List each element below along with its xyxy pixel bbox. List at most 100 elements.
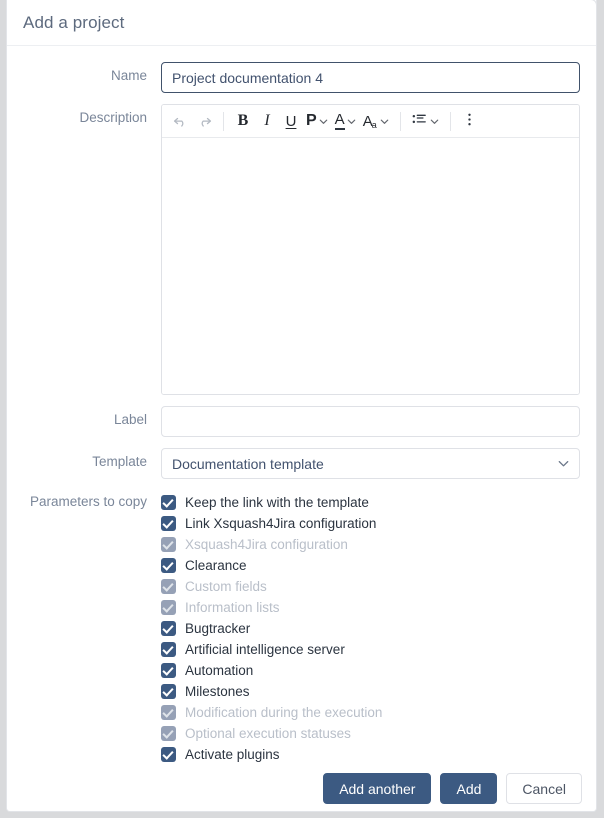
redo-icon[interactable] <box>192 108 216 134</box>
parameter-checkbox-label: Keep the link with the template <box>185 494 369 510</box>
bulleted-list-button[interactable] <box>408 108 443 134</box>
toolbar-divider-3 <box>449 111 451 131</box>
checkbox-icon[interactable] <box>161 684 176 699</box>
label-field-label: Label <box>113 412 147 427</box>
add-another-button[interactable]: Add another <box>323 773 432 804</box>
dialog-footer: Add another Add Cancel <box>7 765 596 811</box>
checkbox-icon[interactable] <box>161 516 176 531</box>
parameter-checkbox-item[interactable]: Keep the link with the template <box>161 492 580 513</box>
parameter-checkbox-item: Optional execution statuses <box>161 723 580 744</box>
add-button[interactable]: Add <box>440 773 498 804</box>
bold-icon[interactable]: B <box>231 108 255 134</box>
description-label: Description <box>79 110 147 125</box>
parameter-checkbox-label: Link Xsquash4Jira configuration <box>185 515 377 531</box>
checkbox-icon[interactable] <box>161 747 176 762</box>
name-input[interactable] <box>161 62 580 93</box>
paragraph-style-button[interactable]: P <box>303 108 332 134</box>
parameter-checkbox-label: Information lists <box>185 599 280 615</box>
field-row-description: Description B I U P A Aa <box>23 104 580 395</box>
parameter-checkbox-item[interactable]: Link Xsquash4Jira configuration <box>161 513 580 534</box>
editor-toolbar: B I U P A Aa <box>162 105 579 138</box>
toolbar-divider-2 <box>399 111 401 131</box>
checkbox-icon[interactable] <box>161 663 176 678</box>
dialog-body: Name Description <box>7 46 596 772</box>
parameter-checkbox-label: Milestones <box>185 683 250 699</box>
template-control: Documentation template <box>161 448 580 479</box>
parameter-checkbox-label: Xsquash4Jira configuration <box>185 536 348 552</box>
name-label: Name <box>110 68 147 83</box>
parameter-checkbox-item[interactable]: Automation <box>161 660 580 681</box>
text-format-group: B I U P A Aa <box>231 108 393 134</box>
parameter-checkbox-label: Automation <box>185 662 254 678</box>
vertical-dots-icon <box>462 111 477 131</box>
label-input[interactable] <box>161 406 580 437</box>
underline-icon[interactable]: U <box>279 108 303 134</box>
field-row-label: Label <box>23 406 580 437</box>
label-field-control <box>161 406 580 437</box>
paragraph-glyph: P <box>306 112 317 129</box>
font-color-button[interactable]: A <box>332 108 360 134</box>
template-label: Template <box>92 454 147 469</box>
parameters-to-copy-row: Parameters to copy Keep the link with th… <box>23 492 580 765</box>
checkbox-icon[interactable] <box>161 621 176 636</box>
parameter-checkbox-item: Modification during the execution <box>161 702 580 723</box>
font-size-glyph: Aa <box>362 112 377 130</box>
chevron-down-icon <box>346 116 357 127</box>
description-editor-body[interactable] <box>162 138 579 394</box>
toolbar-divider-1 <box>223 111 224 131</box>
page-bottom-strip <box>0 812 604 818</box>
checkbox-icon[interactable] <box>161 495 176 510</box>
field-row-name: Name <box>23 62 580 93</box>
cancel-button[interactable]: Cancel <box>506 773 582 804</box>
parameter-checkbox-item[interactable]: Activate plugins <box>161 744 580 765</box>
bold-glyph: B <box>237 112 249 129</box>
parameter-checkbox-item: Information lists <box>161 597 580 618</box>
description-control: B I U P A Aa <box>161 104 580 395</box>
dialog-header: Add a project <box>7 0 596 46</box>
parameter-checkbox-item[interactable]: Bugtracker <box>161 618 580 639</box>
parameter-checkbox-label: Artificial intelligence server <box>185 641 345 657</box>
checkbox-icon <box>161 537 176 552</box>
parameter-checkbox-item: Custom fields <box>161 576 580 597</box>
font-color-glyph: A <box>334 111 345 130</box>
parameter-checkbox-item[interactable]: Clearance <box>161 555 580 576</box>
page-root: Add a project Name Description <box>0 0 604 818</box>
parameter-checkbox-label: Optional execution statuses <box>185 725 351 741</box>
template-select[interactable]: Documentation template <box>161 448 580 479</box>
parameter-checkbox-label: Activate plugins <box>185 746 280 762</box>
checkbox-icon <box>161 600 176 615</box>
checkbox-icon[interactable] <box>161 558 176 573</box>
checkbox-icon <box>161 579 176 594</box>
parameter-checkbox-label: Bugtracker <box>185 620 251 636</box>
chevron-down-icon <box>379 116 390 127</box>
chevron-down-icon <box>318 116 329 127</box>
parameter-checkbox-label: Modification during the execution <box>185 704 383 720</box>
field-row-template: Template Documentation template <box>23 448 580 479</box>
underline-glyph: U <box>285 112 297 130</box>
history-group <box>168 108 216 134</box>
parameters-to-copy-label: Parameters to copy <box>29 494 147 509</box>
italic-icon[interactable]: I <box>255 108 279 134</box>
undo-icon[interactable] <box>168 108 192 134</box>
italic-glyph: I <box>264 112 270 129</box>
parameter-checkbox-label: Clearance <box>185 557 247 573</box>
template-selected-value: Documentation template <box>172 455 324 472</box>
chevron-down-icon <box>429 116 440 127</box>
parameter-checkbox-item[interactable]: Artificial intelligence server <box>161 639 580 660</box>
name-control <box>161 62 580 93</box>
parameters-checkbox-list: Keep the link with the template Link Xsqu… <box>161 492 580 765</box>
checkbox-icon[interactable] <box>161 642 176 657</box>
add-project-dialog: Add a project Name Description <box>6 0 597 812</box>
dialog-title: Add a project <box>23 12 125 32</box>
rich-text-editor: B I U P A Aa <box>161 104 580 395</box>
bulleted-list-icon <box>411 111 428 131</box>
list-group <box>408 108 443 134</box>
template-select-wrap: Documentation template <box>161 448 580 479</box>
checkbox-icon <box>161 705 176 720</box>
parameter-checkbox-item[interactable]: Milestones <box>161 681 580 702</box>
parameter-checkbox-item: Xsquash4Jira configuration <box>161 534 580 555</box>
parameter-checkbox-label: Custom fields <box>185 578 267 594</box>
checkbox-icon <box>161 726 176 741</box>
more-options-button[interactable] <box>458 108 482 134</box>
font-size-button[interactable]: Aa <box>360 108 393 134</box>
